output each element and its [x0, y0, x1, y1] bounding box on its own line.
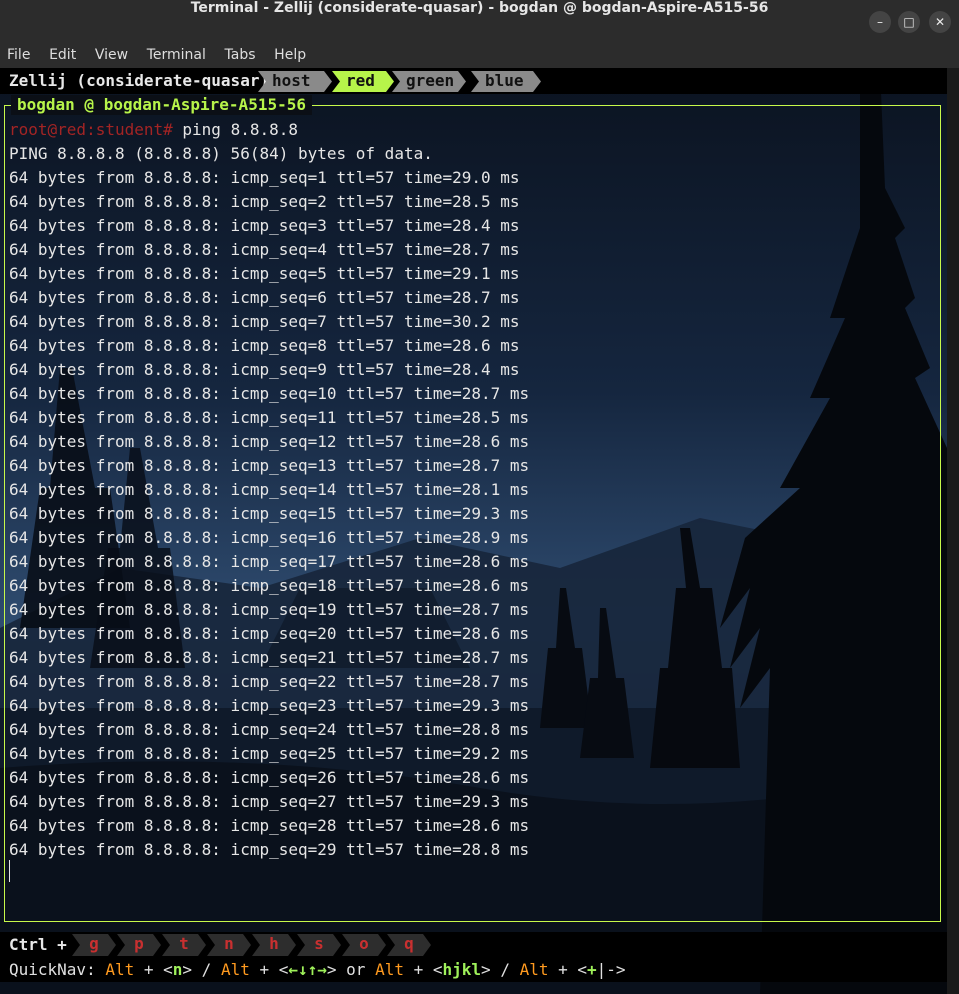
key-t[interactable]: t: [162, 934, 206, 956]
qn-sep-1: + <: [134, 960, 173, 979]
shell-prompt: root@red:student#: [9, 120, 173, 139]
close-button[interactable]: ✕: [929, 11, 951, 33]
ping-reply-line: 64 bytes from 8.8.8.8: icmp_seq=4 ttl=57…: [9, 240, 520, 259]
ping-reply-line: 64 bytes from 8.8.8.8: icmp_seq=3 ttl=57…: [9, 216, 520, 235]
qn-or: > or: [326, 960, 376, 979]
menu-view[interactable]: View: [95, 44, 128, 66]
ping-reply-line: 64 bytes from 8.8.8.8: icmp_seq=10 ttl=5…: [9, 384, 530, 403]
ping-header: PING 8.8.8.8 (8.8.8.8) 56(84) bytes of d…: [9, 144, 433, 163]
ping-reply-line: 64 bytes from 8.8.8.8: icmp_seq=9 ttl=57…: [9, 360, 520, 379]
ping-reply-line: 64 bytes from 8.8.8.8: icmp_seq=2 ttl=57…: [9, 192, 520, 211]
key-g[interactable]: g: [72, 934, 116, 956]
ping-reply-line: 64 bytes from 8.8.8.8: icmp_seq=6 ttl=57…: [9, 288, 520, 307]
ping-reply-line: 64 bytes from 8.8.8.8: icmp_seq=19 ttl=5…: [9, 600, 530, 619]
key-h[interactable]: h: [252, 934, 296, 956]
ping-reply-line: 64 bytes from 8.8.8.8: icmp_seq=14 ttl=5…: [9, 480, 530, 499]
alt-key-2: Alt: [220, 960, 250, 979]
alt-key-3: Alt: [375, 960, 404, 979]
qn-sep-4: + <: [403, 960, 443, 979]
maximize-button[interactable]: □: [898, 11, 920, 33]
menu-edit[interactable]: Edit: [49, 44, 76, 66]
ping-reply-line: 64 bytes from 8.8.8.8: icmp_seq=21 ttl=5…: [9, 648, 530, 667]
ping-reply-line: 64 bytes from 8.8.8.8: icmp_seq=22 ttl=5…: [9, 672, 530, 691]
ping-reply-line: 64 bytes from 8.8.8.8: icmp_seq=1 ttl=57…: [9, 168, 520, 187]
ping-reply-line: 64 bytes from 8.8.8.8: icmp_seq=24 ttl=5…: [9, 720, 530, 739]
ping-reply-line: 64 bytes from 8.8.8.8: icmp_seq=8 ttl=57…: [9, 336, 520, 355]
menu-help[interactable]: Help: [274, 44, 306, 66]
qn-sep-5: > /: [481, 960, 520, 979]
ping-reply-line: 64 bytes from 8.8.8.8: icmp_seq=13 ttl=5…: [9, 456, 530, 475]
scrollbar[interactable]: [947, 68, 959, 994]
qn-sep-3: + <: [249, 960, 289, 979]
session-name: Zellij (considerate-quasar): [9, 71, 270, 90]
qn-sep-6: + <: [548, 960, 588, 979]
alt-key-4: Alt: [519, 960, 549, 979]
minimize-button[interactable]: –: [869, 11, 891, 33]
tab-host[interactable]: host: [258, 71, 332, 92]
qn-sep-2: > /: [182, 960, 221, 979]
ping-reply-line: 64 bytes from 8.8.8.8: icmp_seq=27 ttl=5…: [9, 792, 530, 811]
zellij-tab-bar: Zellij (considerate-quasar) host red gre…: [0, 68, 947, 94]
ping-reply-line: 64 bytes from 8.8.8.8: icmp_seq=20 ttl=5…: [9, 624, 530, 643]
ping-reply-line: 64 bytes from 8.8.8.8: icmp_seq=11 ttl=5…: [9, 408, 530, 427]
qn-arrow-keys: ←↓↑→: [288, 960, 327, 979]
qn-n-key: n: [172, 960, 183, 979]
quicknav-hint: QuickNav: Alt + <n> / Alt + <←↓↑→> or Al…: [9, 959, 626, 981]
qn-hjkl-keys: hjkl: [442, 960, 482, 979]
key-o[interactable]: o: [342, 934, 386, 956]
ping-reply-line: 64 bytes from 8.8.8.8: icmp_seq=15 ttl=5…: [9, 504, 530, 523]
ping-reply-line: 64 bytes from 8.8.8.8: icmp_seq=29 ttl=5…: [9, 840, 530, 859]
ping-reply-line: 64 bytes from 8.8.8.8: icmp_seq=12 ttl=5…: [9, 432, 530, 451]
menu-file[interactable]: File: [7, 44, 30, 66]
key-s[interactable]: s: [297, 934, 341, 956]
ping-reply-line: 64 bytes from 8.8.8.8: icmp_seq=17 ttl=5…: [9, 552, 530, 571]
command-text: ping 8.8.8.8: [172, 120, 298, 139]
ping-reply-line: 64 bytes from 8.8.8.8: icmp_seq=26 ttl=5…: [9, 768, 530, 787]
menu-tabs[interactable]: Tabs: [225, 44, 256, 66]
menu-terminal[interactable]: Terminal: [147, 44, 206, 66]
prompt-line: root@red:student# ping 8.8.8.8: [9, 118, 529, 142]
key-n[interactable]: n: [207, 934, 251, 956]
ctrl-label: Ctrl +: [9, 935, 67, 954]
menu-bar: File Edit View Terminal Tabs Help: [0, 44, 959, 68]
text-cursor: [9, 860, 10, 882]
quicknav-bar: QuickNav: Alt + <n> / Alt + <←↓↑→> or Al…: [0, 958, 947, 982]
alt-key-1: Alt: [105, 960, 135, 979]
qn-minus-key: |->: [596, 960, 626, 979]
quicknav-label: QuickNav:: [9, 960, 106, 979]
ping-reply-line: 64 bytes from 8.8.8.8: icmp_seq=5 ttl=57…: [9, 264, 520, 283]
pane-title: bogdan @ bogdan-Aspire-A515-56: [11, 95, 312, 115]
tab-red[interactable]: red: [332, 71, 394, 92]
zellij-keybind-bar: Ctrl + g p t n h s o q: [0, 932, 947, 958]
terminal-window: Terminal - Zellij (considerate-quasar) -…: [0, 0, 959, 994]
terminal-screen[interactable]: Zellij (considerate-quasar) host red gre…: [0, 68, 947, 994]
tab-blue[interactable]: blue: [471, 71, 541, 92]
title-bar[interactable]: Terminal - Zellij (considerate-quasar) -…: [0, 0, 959, 45]
tab-green[interactable]: green: [392, 71, 466, 92]
ping-reply-line: 64 bytes from 8.8.8.8: icmp_seq=7 ttl=57…: [9, 312, 520, 331]
terminal-output: root@red:student# ping 8.8.8.8 PING 8.8.…: [9, 118, 529, 862]
window-title: Terminal - Zellij (considerate-quasar) -…: [190, 0, 769, 16]
ping-reply-line: 64 bytes from 8.8.8.8: icmp_seq=16 ttl=5…: [9, 528, 530, 547]
ping-reply-line: 64 bytes from 8.8.8.8: icmp_seq=23 ttl=5…: [9, 696, 530, 715]
ping-reply-line: 64 bytes from 8.8.8.8: icmp_seq=25 ttl=5…: [9, 744, 530, 763]
ping-reply-line: 64 bytes from 8.8.8.8: icmp_seq=28 ttl=5…: [9, 816, 530, 835]
key-p[interactable]: p: [117, 934, 161, 956]
qn-plus-key: +: [587, 960, 597, 979]
key-q[interactable]: q: [387, 934, 431, 956]
ping-reply-line: 64 bytes from 8.8.8.8: icmp_seq=18 ttl=5…: [9, 576, 530, 595]
